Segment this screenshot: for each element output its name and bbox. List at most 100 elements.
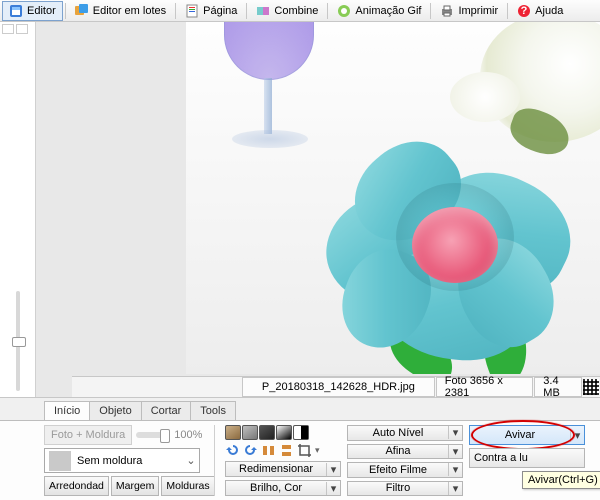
chevron-down-icon: ▾ <box>570 429 584 442</box>
crop-icon[interactable] <box>297 443 312 458</box>
frame-opacity-slider[interactable] <box>136 432 170 438</box>
brilho-cor-button[interactable]: Brilho, Cor ▾ <box>225 480 341 496</box>
toolbar-separator <box>65 3 66 19</box>
contra-luz-button[interactable]: Contra a lu Avivar(Ctrl+G) <box>469 448 585 468</box>
redimensionar-button[interactable]: Redimensionar ▾ <box>225 461 341 477</box>
zoom-slider[interactable] <box>16 291 20 391</box>
status-dimensions: Foto 3656 x 2381 <box>436 377 534 397</box>
contra-luz-label: Contra a lu <box>470 452 584 464</box>
thumbnail[interactable] <box>16 24 28 34</box>
gif-button[interactable]: Animação Gif <box>330 1 428 21</box>
tone-swatches <box>225 425 341 440</box>
print-icon <box>440 4 454 18</box>
avivar-column: Avivar ▾ Contra a lu Avivar(Ctrl+G) <box>469 425 585 496</box>
afina-label: Afina <box>348 445 448 457</box>
toolbar-separator <box>430 3 431 19</box>
batch-label: Editor em lotes <box>93 5 166 17</box>
bw-swatch[interactable] <box>293 425 309 440</box>
combine-label: Combine <box>274 5 318 17</box>
editor-tab-label: Editor <box>27 5 56 17</box>
help-icon: ? <box>517 4 531 18</box>
negative-swatch[interactable] <box>276 425 292 440</box>
dark-swatch[interactable] <box>259 425 275 440</box>
top-toolbar: Editor Editor em lotes Página Combine An… <box>0 0 600 22</box>
gif-label: Animação Gif <box>355 5 421 17</box>
margem-button[interactable]: Margem <box>111 476 160 496</box>
toolbar-separator <box>327 3 328 19</box>
main-area: P_20180318_142628_HDR.jpg Foto 3656 x 23… <box>0 22 600 397</box>
tab-tools[interactable]: Tools <box>190 401 236 420</box>
batch-icon <box>75 4 89 18</box>
rotate-right-icon[interactable] <box>243 443 258 458</box>
canvas-wrap: P_20180318_142628_HDR.jpg Foto 3656 x 23… <box>36 22 600 397</box>
efeito-filme-label: Efeito Filme <box>348 464 448 476</box>
print-button[interactable]: Imprimir <box>433 1 505 21</box>
lower-panel: Início Objeto Cortar Tools Foto + Moldur… <box>0 397 600 500</box>
avivar-button[interactable]: Avivar ▾ <box>469 425 585 445</box>
auto-nivel-button[interactable]: Auto Nível ▾ <box>347 425 463 441</box>
tab-inicio[interactable]: Início <box>44 401 90 420</box>
print-label: Imprimir <box>458 5 498 17</box>
thumbnail[interactable] <box>2 24 14 34</box>
afina-button[interactable]: Afina ▾ <box>347 444 463 460</box>
inicio-panel: Foto + Moldura 100% Sem moldura ⌄ Arredo… <box>0 420 600 500</box>
flip-h-icon[interactable] <box>261 443 276 458</box>
photo-content <box>186 22 600 374</box>
transform-icons: ▾ <box>225 443 341 458</box>
frame-opacity-value: 100% <box>174 429 202 441</box>
glass-decor <box>218 22 318 168</box>
flip-v-icon[interactable] <box>279 443 294 458</box>
color-column: ▾ Redimensionar ▾ Brilho, Cor ▾ <box>221 425 341 496</box>
batch-editor-button[interactable]: Editor em lotes <box>68 1 173 21</box>
gif-icon <box>337 4 351 18</box>
rotate-left-icon[interactable] <box>225 443 240 458</box>
sepia-swatch[interactable] <box>225 425 241 440</box>
toolbar-separator <box>175 3 176 19</box>
avivar-tooltip: Avivar(Ctrl+G) <box>522 471 600 489</box>
tab-cortar[interactable]: Cortar <box>141 401 192 420</box>
status-filename: P_20180318_142628_HDR.jpg <box>242 377 435 397</box>
page-icon <box>185 4 199 18</box>
level-column: Auto Nível ▾ Afina ▾ Efeito Filme ▾ Filt… <box>347 425 463 496</box>
help-button[interactable]: ? Ajuda <box>510 1 570 21</box>
chevron-down-icon: ▾ <box>326 482 340 495</box>
chevron-down-icon[interactable]: ▾ <box>315 445 320 456</box>
chevron-down-icon: ⌄ <box>183 454 199 467</box>
tab-objeto[interactable]: Objeto <box>89 401 141 420</box>
page-button[interactable]: Página <box>178 1 244 21</box>
tab-bar: Início Objeto Cortar Tools <box>0 398 600 420</box>
combine-button[interactable]: Combine <box>249 1 325 21</box>
image-canvas[interactable] <box>186 22 600 374</box>
combine-icon <box>256 4 270 18</box>
frame-column: Foto + Moldura 100% Sem moldura ⌄ Arredo… <box>44 425 208 496</box>
brilho-cor-label: Brilho, Cor <box>226 482 326 494</box>
left-side-panel <box>0 22 36 397</box>
editor-tab-button[interactable]: Editor <box>2 1 63 21</box>
thumbnail-strip[interactable] <box>0 22 35 36</box>
chevron-down-icon: ▾ <box>448 482 462 495</box>
toolbar-separator <box>246 3 247 19</box>
qr-icon <box>583 379 599 395</box>
arredondado-button[interactable]: Arredondad <box>44 476 109 496</box>
efeito-filme-button[interactable]: Efeito Filme ▾ <box>347 462 463 478</box>
gray-swatch[interactable] <box>242 425 258 440</box>
svg-text:?: ? <box>521 5 528 17</box>
page-label: Página <box>203 5 237 17</box>
qr-button[interactable] <box>583 377 600 397</box>
molduras-button[interactable]: Molduras <box>161 476 214 496</box>
panel-divider <box>214 425 215 496</box>
teal-flower-decor <box>326 137 581 362</box>
foto-moldura-button[interactable]: Foto + Moldura <box>44 425 132 445</box>
chevron-down-icon: ▾ <box>448 426 462 439</box>
frame-select-label: Sem moldura <box>75 455 183 467</box>
redimensionar-label: Redimensionar <box>226 463 326 475</box>
chevron-down-icon: ▾ <box>448 445 462 458</box>
editor-icon <box>9 4 23 18</box>
frame-select[interactable]: Sem moldura ⌄ <box>44 448 200 473</box>
frame-swatch <box>49 451 71 471</box>
status-bar: P_20180318_142628_HDR.jpg Foto 3656 x 23… <box>72 376 600 397</box>
toolbar-separator <box>507 3 508 19</box>
filtro-button[interactable]: Filtro ▾ <box>347 481 463 497</box>
help-label: Ajuda <box>535 5 563 17</box>
filtro-label: Filtro <box>348 482 448 494</box>
